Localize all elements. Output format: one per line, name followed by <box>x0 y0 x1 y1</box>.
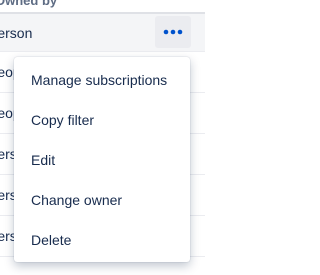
owner-cell: Person <box>0 25 33 41</box>
menu-item-delete[interactable]: Delete <box>14 220 190 260</box>
menu-item-manage-subscriptions[interactable]: Manage subscriptions <box>14 60 190 100</box>
menu-item-change-owner[interactable]: Change owner <box>14 180 190 220</box>
table-header: Owned by <box>0 0 205 14</box>
more-actions-button[interactable] <box>155 16 191 48</box>
actions-menu: Manage subscriptions Copy filter Edit Ch… <box>14 57 190 262</box>
menu-item-edit[interactable]: Edit <box>14 140 190 180</box>
menu-item-copy-filter[interactable]: Copy filter <box>14 100 190 140</box>
more-horizontal-icon <box>163 29 183 35</box>
column-header-owner[interactable]: Owned by <box>0 0 57 8</box>
